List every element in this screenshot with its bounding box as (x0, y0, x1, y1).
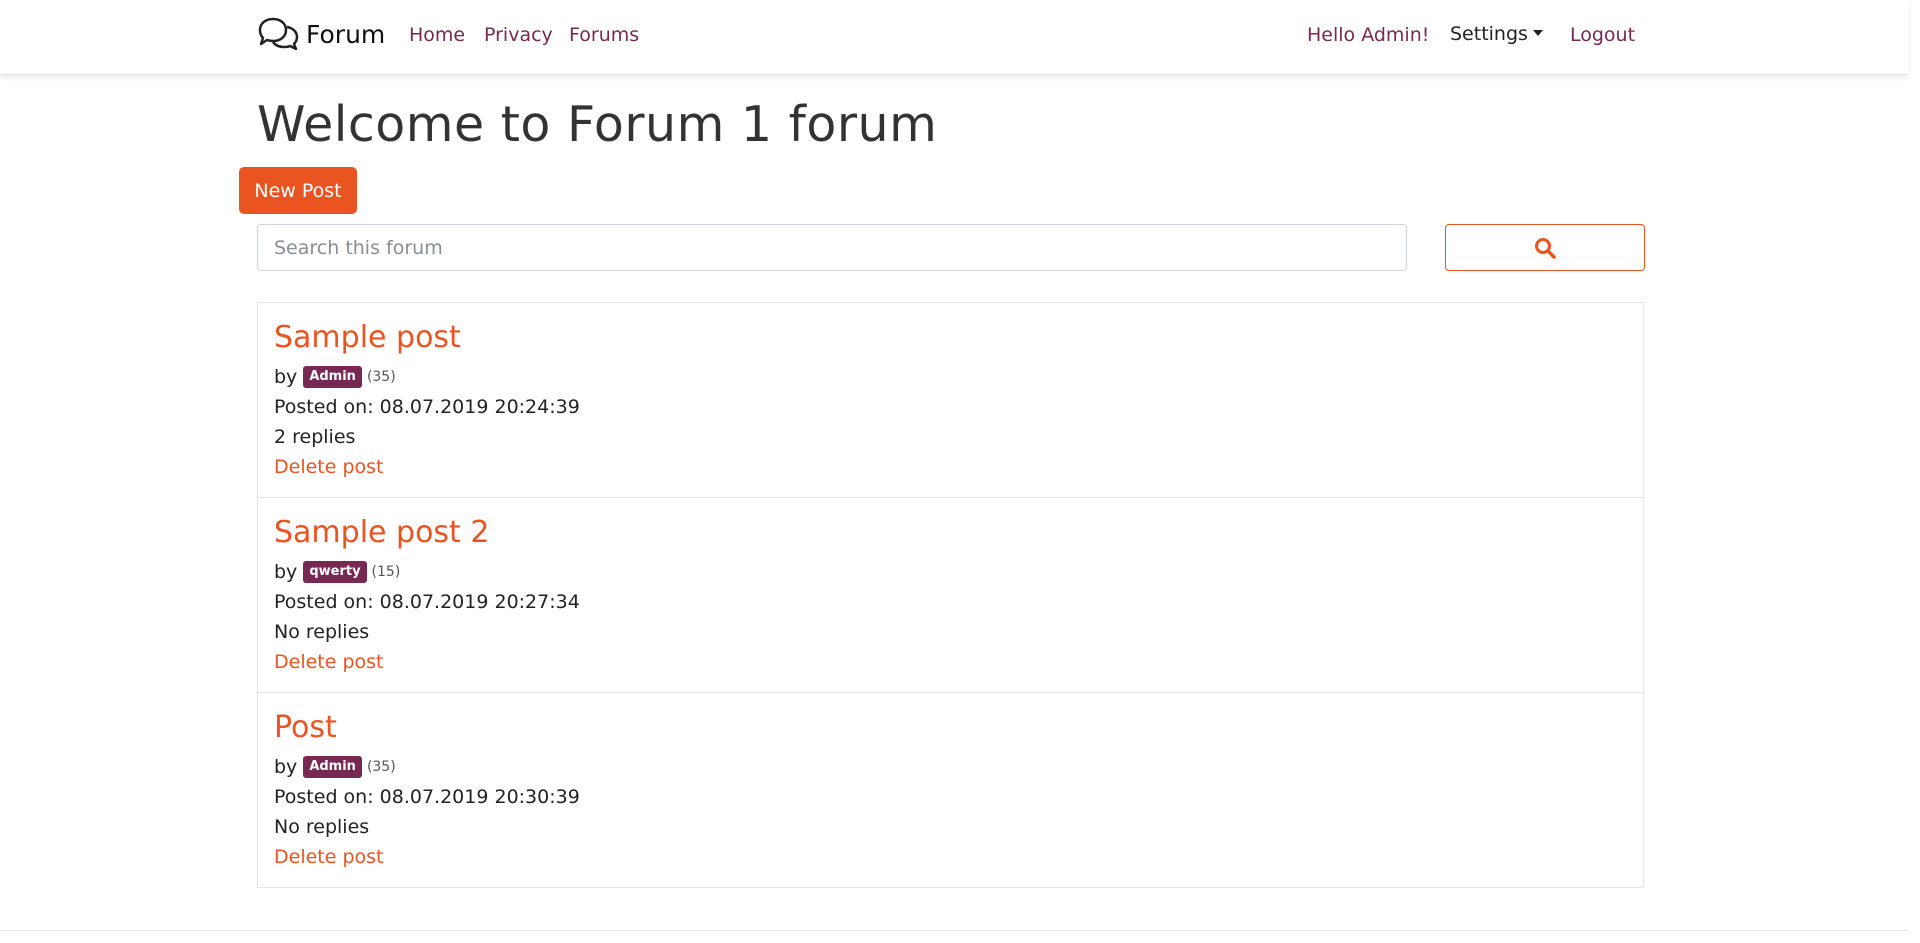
by-label: by (274, 756, 298, 778)
nav-privacy-link[interactable]: Privacy (484, 24, 553, 46)
post-item: Sample post by Admin (35) Posted on: 08.… (258, 303, 1643, 498)
author-badge[interactable]: qwerty (303, 561, 367, 583)
delete-post-link[interactable]: Delete post (274, 456, 384, 478)
new-post-button[interactable]: New Post (239, 167, 357, 214)
nav-forums-link[interactable]: Forums (569, 24, 639, 46)
post-list: Sample post by Admin (35) Posted on: 08.… (257, 302, 1644, 888)
brand-name: Forum (306, 19, 386, 49)
post-author-line: by qwerty (15) (274, 561, 400, 583)
author-badge[interactable]: Admin (303, 756, 362, 778)
post-item: Sample post 2 by qwerty (15) Posted on: … (258, 498, 1643, 693)
brand-link[interactable]: Forum (256, 17, 385, 51)
delete-post-link[interactable]: Delete post (274, 846, 384, 868)
author-reputation: (35) (366, 369, 396, 385)
nav-home-link[interactable]: Home (409, 24, 465, 46)
author-reputation: (15) (371, 564, 401, 580)
post-replies: No replies (274, 816, 370, 838)
post-replies: No replies (274, 621, 370, 643)
logout-link[interactable]: Logout (1570, 24, 1635, 46)
settings-label: Settings (1450, 23, 1528, 45)
by-label: by (274, 366, 298, 388)
post-author-line: by Admin (35) (274, 756, 396, 778)
post-date: Posted on: 08.07.2019 20:24:39 (274, 396, 580, 418)
page-title: Welcome to Forum 1 forum (257, 96, 938, 153)
settings-dropdown[interactable]: Settings (1450, 23, 1543, 45)
author-reputation: (35) (366, 759, 396, 775)
post-date: Posted on: 08.07.2019 20:27:34 (274, 591, 580, 613)
post-author-line: by Admin (35) (274, 366, 396, 388)
top-navbar: Forum Home Privacy Forums Hello Admin! S… (0, 0, 1908, 75)
post-item: Post by Admin (35) Posted on: 08.07.2019… (258, 693, 1643, 888)
chat-bubbles-icon (258, 17, 299, 51)
post-date: Posted on: 08.07.2019 20:30:39 (274, 786, 580, 808)
search-button[interactable] (1445, 224, 1645, 271)
caret-down-icon (1532, 30, 1543, 36)
post-title-link[interactable]: Post (274, 710, 337, 745)
post-title-link[interactable]: Sample post 2 (274, 515, 489, 550)
user-greeting-link[interactable]: Hello Admin! (1307, 24, 1429, 46)
post-replies: 2 replies (274, 426, 356, 448)
footer-divider (0, 930, 1908, 931)
author-badge[interactable]: Admin (303, 366, 362, 388)
by-label: by (274, 561, 298, 583)
search-input[interactable] (257, 224, 1407, 271)
delete-post-link[interactable]: Delete post (274, 651, 384, 673)
search-icon (1535, 237, 1556, 259)
post-title-link[interactable]: Sample post (274, 320, 461, 355)
